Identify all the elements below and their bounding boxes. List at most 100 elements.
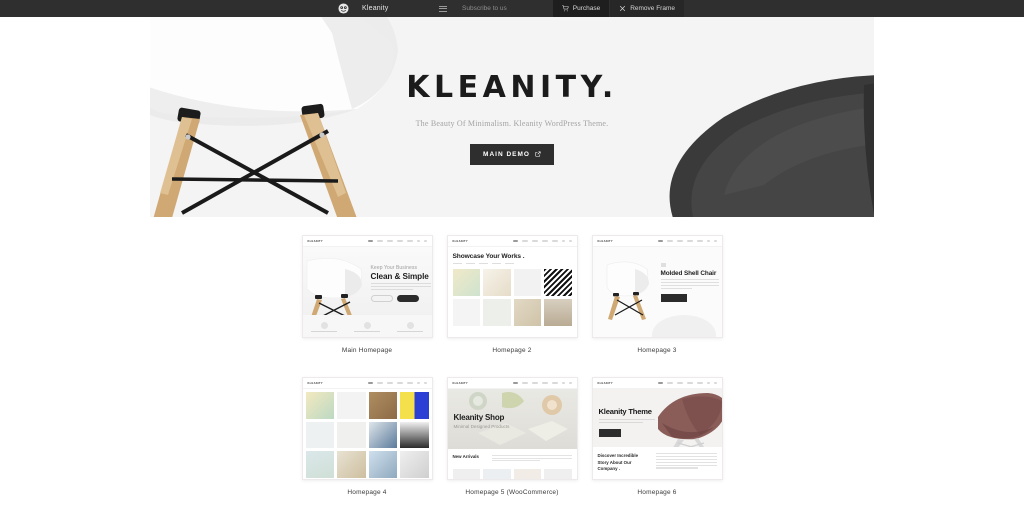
mini-paragraph (660, 279, 719, 290)
demo-grid: KLEANITY Keep Your Business Clean & Simp… (0, 217, 1024, 496)
mini-site-nav: KLEANITY (302, 236, 432, 247)
frame-site-title: Kleanity (362, 5, 389, 12)
mini-tile (305, 421, 334, 449)
mini-heading: Clean & Simple (370, 272, 429, 281)
mini-nav-links (512, 240, 572, 242)
demo-card-main-homepage[interactable]: KLEANITY Keep Your Business Clean & Simp… (301, 235, 433, 354)
mini-logo: KLEANITY (452, 239, 468, 243)
mini-site-body: Showcase Your Works . (447, 247, 577, 337)
mini-paragraph (370, 283, 431, 291)
mini-logo: KLEANITY (307, 381, 323, 385)
hero-section-wrapper: KLEANITY. The Beauty Of Minimalism. Klea… (0, 17, 1024, 217)
demo-card-homepage-6[interactable]: KLEANITY Kleanity Theme Discover Incredi… (591, 377, 723, 496)
mini-tile (513, 299, 541, 327)
mini-site-nav: KLEANITY (592, 236, 722, 247)
hero-content: KLEANITY. The Beauty Of Minimalism. Klea… (150, 17, 874, 217)
mini-portfolio-grid (305, 392, 429, 478)
external-link-icon (535, 151, 541, 157)
mini-filters (452, 263, 572, 265)
mini-heading: Kleanity Theme (598, 407, 653, 416)
mini-white-chair-icon (606, 261, 649, 320)
mini-tile (513, 269, 541, 297)
mini-about-section: Discover Incredible Story About Our Comp… (592, 447, 722, 479)
mini-product-tile (483, 469, 511, 479)
main-demo-button-label: MAIN DEMO (483, 150, 530, 158)
mini-tile (337, 392, 366, 419)
mini-heading: Showcase Your Works . (452, 253, 525, 260)
mini-site-nav: KLEANITY (592, 378, 722, 389)
subscribe-label[interactable]: Subscribe to us (452, 0, 552, 17)
mini-decor-shape (651, 315, 716, 337)
hamburger-menu-icon[interactable] (434, 0, 452, 17)
demo-thumbnail[interactable]: KLEANITY (446, 377, 578, 480)
mini-theme-hero (592, 389, 722, 447)
mini-paragraph (491, 455, 572, 463)
mini-tile (400, 392, 429, 419)
mini-feature-item (346, 315, 389, 337)
shopping-cart-icon (562, 5, 569, 12)
mini-tile (305, 451, 334, 478)
demo-thumbnail[interactable]: KLEANITY (301, 235, 433, 338)
close-frame-icon (619, 5, 626, 12)
mini-site-nav: KLEANITY (302, 378, 432, 389)
demo-thumbnail[interactable]: KLEANITY (301, 377, 433, 480)
mini-tile (483, 269, 511, 297)
mini-portfolio-grid (452, 269, 572, 327)
mini-logo: KLEANITY (452, 381, 468, 385)
mini-brown-chair-icon (657, 393, 722, 447)
mini-nav-links (657, 240, 717, 242)
mini-nav-links (512, 382, 572, 384)
mini-tile (305, 392, 334, 419)
top-frame-bar: Kleanity Subscribe to us Purchase Remove… (0, 0, 1024, 17)
mini-site-nav: KLEANITY (447, 378, 577, 389)
demo-card-homepage-5[interactable]: KLEANITY Kleanity Shop Minimal Designed … (446, 377, 578, 496)
mini-tile (368, 451, 397, 478)
remove-frame-button[interactable]: Remove Frame (609, 0, 684, 17)
mini-tile (452, 299, 480, 327)
mini-eyebrow: Keep Your Business (370, 265, 418, 271)
mini-subheading: Minimal Designed Products (453, 424, 510, 429)
topbar-right-spacer (684, 0, 1024, 17)
mini-tile (337, 421, 366, 449)
mini-portfolio: Showcase Your Works . (447, 247, 577, 337)
hero-title: KLEANITY. (406, 69, 618, 105)
mini-heading: Molded Shell Chair (660, 270, 717, 277)
demo-thumbnail[interactable]: KLEANITY (591, 235, 723, 338)
owl-logo-icon[interactable] (330, 0, 356, 17)
demo-thumbnail[interactable]: KLEANITY (591, 377, 723, 480)
demo-grid-row-1: KLEANITY Keep Your Business Clean & Simp… (0, 235, 1024, 354)
mini-read-more-button (660, 294, 687, 303)
mini-logo: KLEANITY (597, 381, 613, 385)
mini-tile (483, 299, 511, 327)
hero-subtitle: The Beauty Of Minimalism. Kleanity WordP… (415, 118, 609, 128)
mini-site-body: Molded Shell Chair (592, 247, 722, 337)
mini-features (302, 315, 432, 337)
mini-tile (400, 421, 429, 449)
demo-card-label: Main Homepage (341, 347, 393, 354)
mini-hero-text: Keep Your Business Clean & Simple (370, 265, 431, 303)
mini-site-body (302, 389, 432, 479)
demo-card-homepage-4[interactable]: KLEANITY Homepage 4 (301, 377, 433, 496)
mini-product-tile (513, 469, 541, 479)
demo-card-homepage-2[interactable]: KLEANITY Showcase Your Works . Homepage … (446, 235, 578, 354)
mini-tile (337, 451, 366, 478)
demo-card-label: Homepage 4 (347, 489, 387, 496)
main-demo-button[interactable]: MAIN DEMO (470, 143, 554, 165)
mini-product-list (452, 469, 572, 479)
mini-section-paragraph (655, 453, 717, 475)
mini-tile (368, 392, 397, 419)
mini-site-body: Kleanity Theme Discover Incredible Story… (592, 389, 722, 479)
purchase-button-label: Purchase (572, 5, 601, 12)
mini-site-nav: KLEANITY (447, 236, 577, 247)
mini-product-tile (544, 469, 572, 479)
mini-product-tile (452, 469, 480, 479)
mini-product-text: Molded Shell Chair (660, 263, 719, 303)
demo-thumbnail[interactable]: KLEANITY Showcase Your Works . (446, 235, 578, 338)
demo-card-homepage-3[interactable]: KLEANITY Molded Shell Chair Homepage 3 (591, 235, 723, 354)
demo-grid-row-2: KLEANITY Homepage 4 KLEANITY Kleanity Sh… (0, 377, 1024, 496)
hero-banner: KLEANITY. The Beauty Of Minimalism. Klea… (150, 17, 874, 217)
purchase-button[interactable]: Purchase (551, 0, 610, 17)
mini-tag (660, 263, 666, 267)
mini-portfolio-fullgrid (302, 389, 432, 479)
mini-feature-item (389, 315, 432, 337)
